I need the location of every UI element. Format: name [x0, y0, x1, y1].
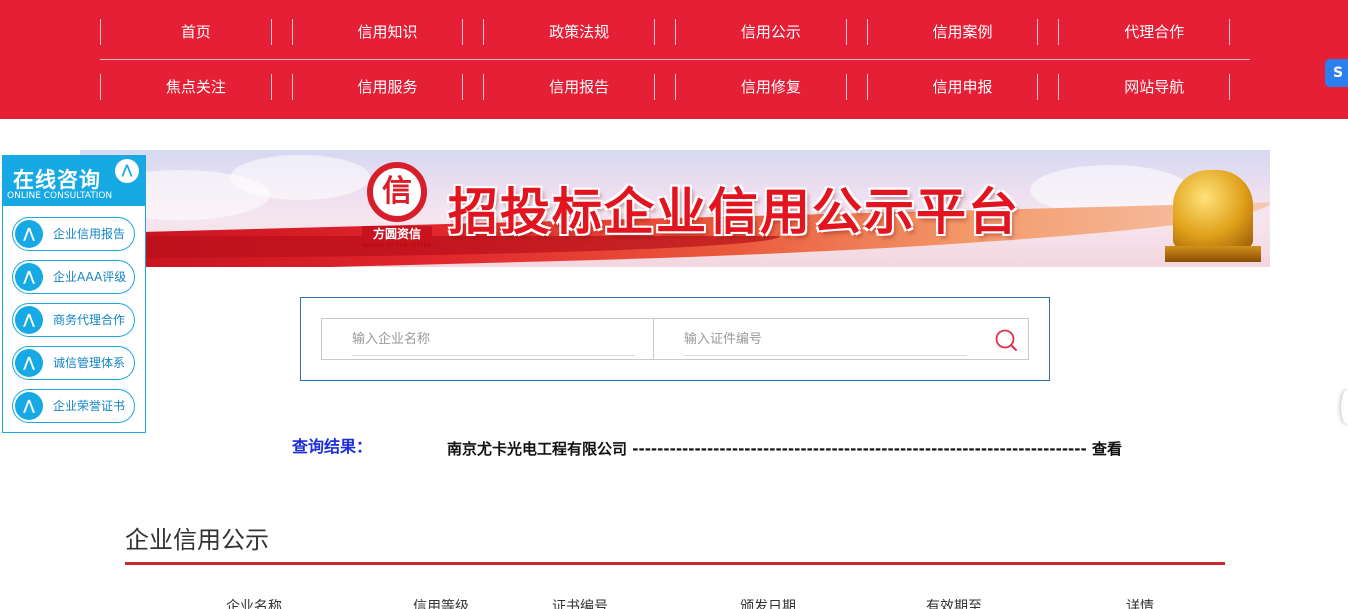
result-label: 查询结果： — [292, 437, 373, 456]
result-dashes: ----------------------------------------… — [632, 440, 1087, 458]
nav-item-credit-publicity[interactable]: 信用公示 — [675, 19, 867, 45]
section-divider — [125, 562, 1225, 565]
consult-subtitle: ONLINE CONSULTATION — [7, 191, 113, 201]
certificate-number-input[interactable] — [684, 323, 967, 356]
company-name-input[interactable] — [352, 323, 635, 356]
lion-base — [1165, 246, 1261, 262]
logo-name: 方圆资信 — [362, 226, 432, 242]
consult-title: 在线咨询 — [13, 168, 101, 192]
result-company-name[interactable]: 南京尤卡光电工程有限公司 — [447, 440, 627, 458]
consult-item-label: 企业荣誉证书 — [53, 399, 126, 413]
mountain-logo-icon: ⋀ — [115, 159, 139, 183]
top-navigation: 首页 信用知识 政策法规 信用公示 信用案例 代理合作 焦点关注 信用服务 信用… — [0, 0, 1348, 119]
online-consultation-panel: 在线咨询 ONLINE CONSULTATION ⋀ ⋀ 企业信用报告 ⋀ 企业… — [2, 155, 146, 433]
column-header-expiry: 有效期至 — [926, 599, 982, 609]
nav-item-agency[interactable]: 代理合作 — [1058, 19, 1250, 45]
consult-item-label: 企业信用报告 — [53, 227, 126, 241]
mountain-logo-icon: ⋀ — [15, 349, 43, 377]
banner-title: 招投标企业信用公示平台 — [448, 183, 1020, 241]
nav-item-credit-service[interactable]: 信用服务 — [291, 74, 484, 100]
consult-item-honor-cert[interactable]: ⋀ 企业荣誉证书 — [12, 389, 135, 423]
nav-item-home[interactable]: 首页 — [100, 19, 292, 45]
consult-item-label: 诚信管理体系 — [53, 356, 126, 370]
column-header-company: 企业名称 — [226, 599, 282, 609]
nav-item-credit-report[interactable]: 信用报告 — [483, 74, 675, 100]
logo-icon: 信 — [367, 162, 427, 222]
nav-row-1: 首页 信用知识 政策法规 信用公示 信用案例 代理合作 — [100, 19, 1250, 45]
logo-subtitle: RADIUS OF THE LETTER — [362, 243, 432, 249]
mountain-logo-icon: ⋀ — [15, 263, 43, 291]
mountain-logo-icon: ⋀ — [15, 392, 43, 420]
mountain-logo-icon: ⋀ — [15, 306, 43, 334]
view-link[interactable]: 查看 — [1092, 440, 1122, 458]
section-title: 企业信用公示 — [125, 526, 269, 554]
nav-item-policy[interactable]: 政策法规 — [483, 19, 675, 45]
consult-item-label: 企业AAA评级 — [53, 270, 127, 284]
column-header-level: 信用等级 — [413, 599, 469, 609]
nav-item-focus[interactable]: 焦点关注 — [100, 74, 292, 100]
table-header: 企业名称 信用等级 证书编号 颁发日期 有效期至 详情 — [125, 596, 1225, 609]
consult-item-credit-report[interactable]: ⋀ 企业信用报告 — [12, 217, 135, 251]
nav-item-credit-apply[interactable]: 信用申报 — [866, 74, 1059, 100]
consult-item-label: 商务代理合作 — [53, 313, 126, 327]
consult-item-integrity-system[interactable]: ⋀ 诚信管理体系 — [12, 346, 135, 380]
search-panel — [300, 297, 1050, 381]
nav-item-credit-repair[interactable]: 信用修复 — [675, 74, 867, 100]
search-form — [321, 318, 1029, 360]
consult-item-aaa-rating[interactable]: ⋀ 企业AAA评级 — [12, 260, 135, 294]
nav-item-credit-knowledge[interactable]: 信用知识 — [291, 19, 484, 45]
lion-statue-icon — [1165, 170, 1261, 262]
column-header-issue-date: 颁发日期 — [740, 599, 796, 609]
nav-row-2: 焦点关注 信用服务 信用报告 信用修复 信用申报 网站导航 — [100, 74, 1250, 100]
search-icon[interactable] — [994, 328, 1018, 352]
nav-item-credit-cases[interactable]: 信用案例 — [866, 19, 1059, 45]
side-float-handle[interactable] — [1341, 390, 1348, 424]
nav-divider — [100, 59, 1250, 60]
column-header-cert-no: 证书编号 — [552, 599, 608, 609]
s-icon[interactable]: S — [1325, 59, 1348, 87]
header-banner: 信 方圆资信 RADIUS OF THE LETTER 招投标企业信用公示平台 — [80, 150, 1270, 267]
lion-body — [1173, 170, 1253, 248]
search-divider — [653, 319, 654, 359]
mountain-logo-icon: ⋀ — [15, 220, 43, 248]
column-header-detail: 详情 — [1126, 599, 1154, 609]
nav-item-site-nav[interactable]: 网站导航 — [1058, 74, 1250, 100]
consult-header: 在线咨询 ONLINE CONSULTATION ⋀ — [3, 156, 145, 206]
consult-item-agency[interactable]: ⋀ 商务代理合作 — [12, 303, 135, 337]
result-row: 南京尤卡光电工程有限公司 ---------------------------… — [447, 438, 1122, 459]
cloud-decoration — [230, 155, 370, 200]
